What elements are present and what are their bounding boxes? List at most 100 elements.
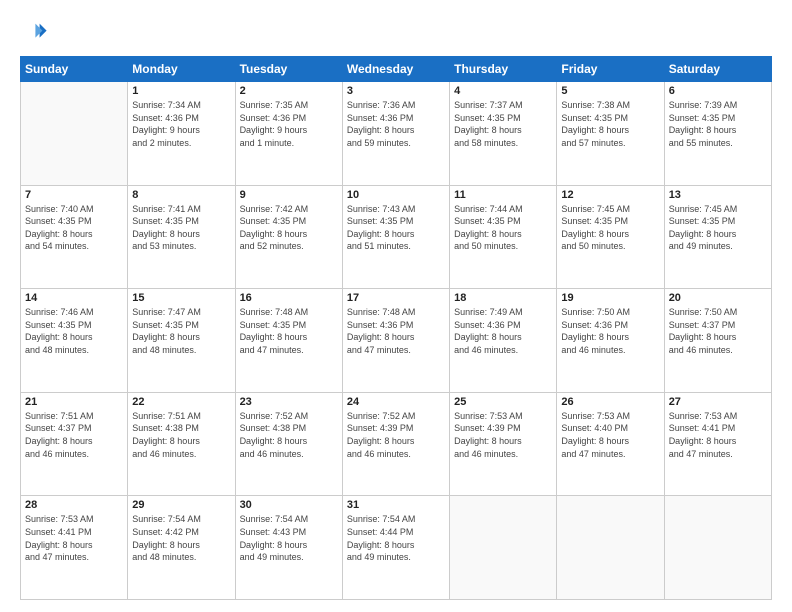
- weekday-header-sunday: Sunday: [21, 57, 128, 82]
- calendar-cell: 14 Sunrise: 7:46 AM Sunset: 4:35 PM Dayli…: [21, 289, 128, 393]
- day-number: 16: [240, 292, 338, 304]
- week-row-4: 28Sunrise: 7:53 AM Sunset: 4:41 PM Dayli…: [21, 496, 772, 600]
- logo-icon: [20, 18, 48, 46]
- day-info: Sunrise: 7:48 AM Sunset: 4:35 PM Dayligh…: [240, 306, 338, 356]
- calendar-cell: [450, 496, 557, 600]
- logo: [20, 18, 52, 46]
- calendar-cell: 6Sunrise: 7:39 AM Sunset: 4:35 PM Daylig…: [664, 82, 771, 186]
- day-info: Sunrise: 7:53 AM Sunset: 4:39 PM Dayligh…: [454, 410, 552, 460]
- calendar-cell: 22Sunrise: 7:51 AM Sunset: 4:38 PM Dayli…: [128, 392, 235, 496]
- calendar-cell: 25 Sunrise: 7:53 AM Sunset: 4:39 PM Dayli…: [450, 392, 557, 496]
- day-number: 17: [347, 292, 445, 304]
- day-number: 29: [132, 499, 230, 511]
- day-number: 25: [454, 396, 552, 408]
- day-number: 18: [454, 292, 552, 304]
- calendar-cell: 16 Sunrise: 7:48 AM Sunset: 4:35 PM Dayli…: [235, 289, 342, 393]
- weekday-header-row: SundayMondayTuesdayWednesdayThursdayFrid…: [21, 57, 772, 82]
- page: SundayMondayTuesdayWednesdayThursdayFrid…: [0, 0, 792, 612]
- day-info: Sunrise: 7:53 AM Sunset: 4:40 PM Dayligh…: [561, 410, 659, 460]
- day-info: Sunrise: 7:37 AM Sunset: 4:35 PM Dayligh…: [454, 99, 552, 149]
- day-number: 3: [347, 85, 445, 97]
- day-info: Sunrise: 7:50 AM Sunset: 4:36 PM Dayligh…: [561, 306, 659, 356]
- calendar-table: SundayMondayTuesdayWednesdayThursdayFrid…: [20, 56, 772, 600]
- day-info: Sunrise: 7:34 AM Sunset: 4:36 PM Dayligh…: [132, 99, 230, 149]
- day-info: Sunrise: 7:41 AM Sunset: 4:35 PM Dayligh…: [132, 203, 230, 253]
- day-info: Sunrise: 7:49 AM Sunset: 4:36 PM Dayligh…: [454, 306, 552, 356]
- calendar-cell: 29 Sunrise: 7:54 AM Sunset: 4:42 PM Dayli…: [128, 496, 235, 600]
- day-number: 31: [347, 499, 445, 511]
- day-number: 23: [240, 396, 338, 408]
- calendar-cell: 12 Sunrise: 7:45 AM Sunset: 4:35 PM Dayli…: [557, 185, 664, 289]
- day-number: 15: [132, 292, 230, 304]
- day-info: Sunrise: 7:50 AM Sunset: 4:37 PM Dayligh…: [669, 306, 767, 356]
- calendar-cell: [21, 82, 128, 186]
- day-number: 10: [347, 189, 445, 201]
- day-number: 12: [561, 189, 659, 201]
- calendar-cell: 17Sunrise: 7:48 AM Sunset: 4:36 PM Dayli…: [342, 289, 449, 393]
- day-number: 11: [454, 189, 552, 201]
- header: [20, 18, 772, 46]
- day-info: Sunrise: 7:52 AM Sunset: 4:39 PM Dayligh…: [347, 410, 445, 460]
- calendar-cell: 31Sunrise: 7:54 AM Sunset: 4:44 PM Dayli…: [342, 496, 449, 600]
- day-number: 7: [25, 189, 123, 201]
- calendar-cell: [664, 496, 771, 600]
- day-number: 5: [561, 85, 659, 97]
- calendar-cell: 10 Sunrise: 7:43 AM Sunset: 4:35 PM Dayli…: [342, 185, 449, 289]
- calendar-cell: 24 Sunrise: 7:52 AM Sunset: 4:39 PM Dayli…: [342, 392, 449, 496]
- day-info: Sunrise: 7:35 AM Sunset: 4:36 PM Dayligh…: [240, 99, 338, 149]
- day-number: 24: [347, 396, 445, 408]
- day-number: 8: [132, 189, 230, 201]
- week-row-0: 1 Sunrise: 7:34 AM Sunset: 4:36 PM Daylig…: [21, 82, 772, 186]
- day-number: 28: [25, 499, 123, 511]
- calendar-cell: 5 Sunrise: 7:38 AM Sunset: 4:35 PM Daylig…: [557, 82, 664, 186]
- day-number: 20: [669, 292, 767, 304]
- weekday-header-wednesday: Wednesday: [342, 57, 449, 82]
- calendar-cell: 27 Sunrise: 7:53 AM Sunset: 4:41 PM Dayli…: [664, 392, 771, 496]
- day-info: Sunrise: 7:54 AM Sunset: 4:43 PM Dayligh…: [240, 513, 338, 563]
- week-row-1: 7 Sunrise: 7:40 AM Sunset: 4:35 PM Daylig…: [21, 185, 772, 289]
- calendar-cell: 28Sunrise: 7:53 AM Sunset: 4:41 PM Dayli…: [21, 496, 128, 600]
- day-info: Sunrise: 7:40 AM Sunset: 4:35 PM Dayligh…: [25, 203, 123, 253]
- day-info: Sunrise: 7:45 AM Sunset: 4:35 PM Dayligh…: [561, 203, 659, 253]
- day-info: Sunrise: 7:38 AM Sunset: 4:35 PM Dayligh…: [561, 99, 659, 149]
- calendar-cell: 26 Sunrise: 7:53 AM Sunset: 4:40 PM Dayli…: [557, 392, 664, 496]
- weekday-header-monday: Monday: [128, 57, 235, 82]
- calendar-cell: 18 Sunrise: 7:49 AM Sunset: 4:36 PM Dayli…: [450, 289, 557, 393]
- day-info: Sunrise: 7:36 AM Sunset: 4:36 PM Dayligh…: [347, 99, 445, 149]
- day-number: 27: [669, 396, 767, 408]
- weekday-header-saturday: Saturday: [664, 57, 771, 82]
- calendar-cell: 30 Sunrise: 7:54 AM Sunset: 4:43 PM Dayli…: [235, 496, 342, 600]
- calendar-cell: 1 Sunrise: 7:34 AM Sunset: 4:36 PM Daylig…: [128, 82, 235, 186]
- day-info: Sunrise: 7:53 AM Sunset: 4:41 PM Dayligh…: [669, 410, 767, 460]
- calendar-cell: 4 Sunrise: 7:37 AM Sunset: 4:35 PM Daylig…: [450, 82, 557, 186]
- day-number: 30: [240, 499, 338, 511]
- day-info: Sunrise: 7:52 AM Sunset: 4:38 PM Dayligh…: [240, 410, 338, 460]
- calendar-cell: 21Sunrise: 7:51 AM Sunset: 4:37 PM Dayli…: [21, 392, 128, 496]
- calendar-cell: 11Sunrise: 7:44 AM Sunset: 4:35 PM Dayli…: [450, 185, 557, 289]
- day-info: Sunrise: 7:46 AM Sunset: 4:35 PM Dayligh…: [25, 306, 123, 356]
- day-number: 9: [240, 189, 338, 201]
- day-number: 14: [25, 292, 123, 304]
- day-number: 2: [240, 85, 338, 97]
- day-number: 26: [561, 396, 659, 408]
- calendar-cell: 3 Sunrise: 7:36 AM Sunset: 4:36 PM Daylig…: [342, 82, 449, 186]
- day-info: Sunrise: 7:42 AM Sunset: 4:35 PM Dayligh…: [240, 203, 338, 253]
- day-number: 21: [25, 396, 123, 408]
- calendar-cell: 19 Sunrise: 7:50 AM Sunset: 4:36 PM Dayli…: [557, 289, 664, 393]
- week-row-2: 14 Sunrise: 7:46 AM Sunset: 4:35 PM Dayli…: [21, 289, 772, 393]
- day-info: Sunrise: 7:51 AM Sunset: 4:38 PM Dayligh…: [132, 410, 230, 460]
- calendar-cell: 23 Sunrise: 7:52 AM Sunset: 4:38 PM Dayli…: [235, 392, 342, 496]
- calendar-cell: 13Sunrise: 7:45 AM Sunset: 4:35 PM Dayli…: [664, 185, 771, 289]
- weekday-header-friday: Friday: [557, 57, 664, 82]
- day-info: Sunrise: 7:45 AM Sunset: 4:35 PM Dayligh…: [669, 203, 767, 253]
- day-info: Sunrise: 7:43 AM Sunset: 4:35 PM Dayligh…: [347, 203, 445, 253]
- weekday-header-thursday: Thursday: [450, 57, 557, 82]
- weekday-header-tuesday: Tuesday: [235, 57, 342, 82]
- day-info: Sunrise: 7:39 AM Sunset: 4:35 PM Dayligh…: [669, 99, 767, 149]
- day-number: 1: [132, 85, 230, 97]
- day-number: 4: [454, 85, 552, 97]
- calendar-cell: [557, 496, 664, 600]
- day-number: 19: [561, 292, 659, 304]
- calendar-cell: 15Sunrise: 7:47 AM Sunset: 4:35 PM Dayli…: [128, 289, 235, 393]
- day-info: Sunrise: 7:54 AM Sunset: 4:42 PM Dayligh…: [132, 513, 230, 563]
